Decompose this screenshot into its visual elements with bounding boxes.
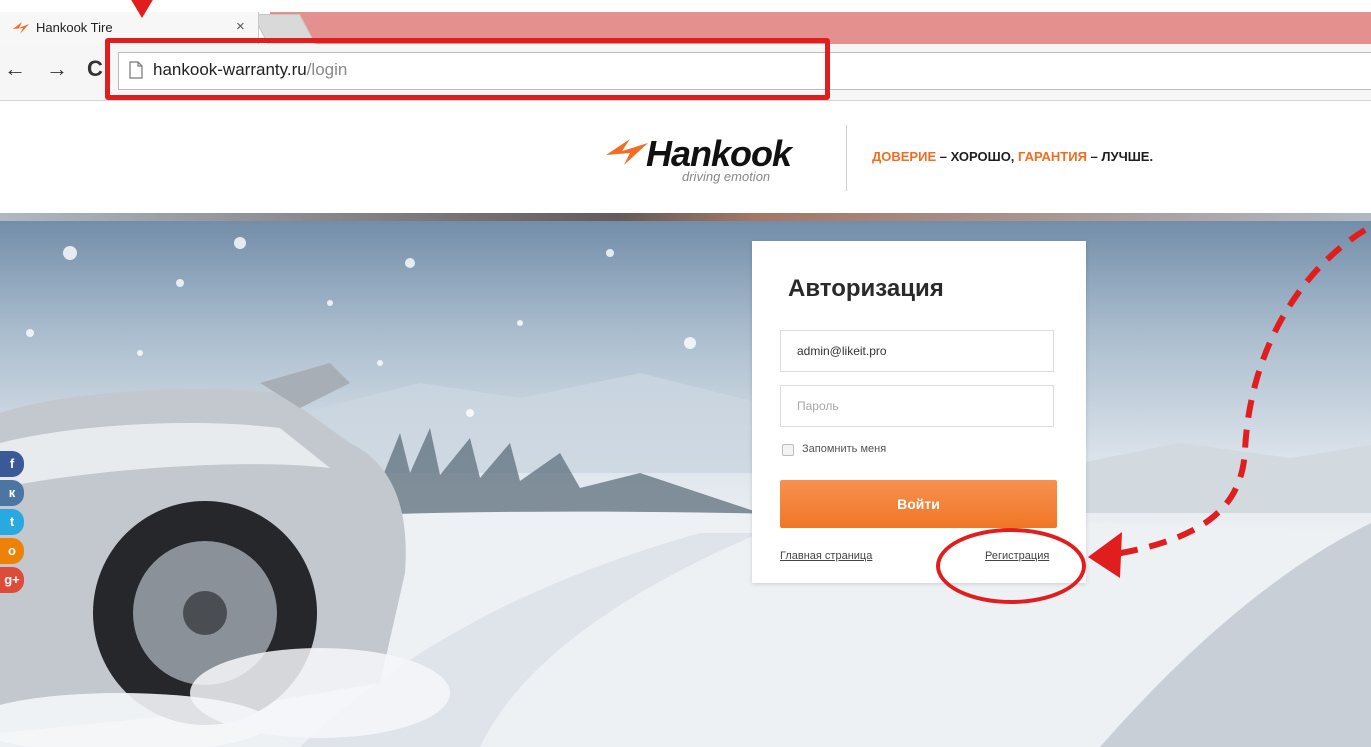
odnoklassniki-icon[interactable]: о xyxy=(0,538,24,564)
social-share-bar: f к t о g+ xyxy=(0,451,24,596)
forward-button[interactable]: → xyxy=(46,58,68,80)
tab-close-icon[interactable]: × xyxy=(236,18,245,35)
hankook-swoosh-icon xyxy=(606,139,648,165)
hankook-logo[interactable]: Hankook driving emotion xyxy=(604,131,828,187)
site-header: Hankook driving emotion xyxy=(0,101,1371,213)
remember-label: Запомнить меня xyxy=(802,443,887,455)
annotation-url-highlight xyxy=(105,38,830,100)
email-field[interactable] xyxy=(780,330,1054,372)
login-button[interactable]: Войти xyxy=(780,480,1057,528)
header-divider xyxy=(846,125,847,191)
slogan-better: – ЛУЧШЕ. xyxy=(1086,149,1154,164)
back-button[interactable]: ← xyxy=(4,58,26,80)
annotation-register-circle xyxy=(936,528,1086,604)
header-slogan: ДОВЕРИЕ – ХОРОШО, ГАРАНТИЯ – ЛУЧШЕ. xyxy=(872,149,1153,164)
password-field[interactable] xyxy=(780,385,1054,427)
logo-tagline: driving emotion xyxy=(682,169,771,184)
facebook-icon[interactable]: f xyxy=(0,451,24,477)
slogan-warranty: ГАРАНТИЯ xyxy=(1018,149,1087,164)
slogan-trust: ДОВЕРИЕ xyxy=(872,149,937,164)
home-page-link[interactable]: Главная страница xyxy=(780,550,872,562)
google-plus-icon[interactable]: g+ xyxy=(0,567,24,593)
twitter-icon[interactable]: t xyxy=(0,509,24,535)
hankook-favicon-icon xyxy=(13,22,29,34)
annotation-arrow-icon xyxy=(131,0,153,18)
tab-title: Hankook Tire xyxy=(36,20,113,35)
reload-icon[interactable]: C xyxy=(87,58,103,80)
login-title: Авторизация xyxy=(788,275,944,302)
annotation-dashed-arrow xyxy=(1088,227,1367,578)
slogan-good: – ХОРОШО, xyxy=(936,149,1019,164)
remember-checkbox[interactable] xyxy=(782,444,794,456)
vk-icon[interactable]: к xyxy=(0,480,24,506)
